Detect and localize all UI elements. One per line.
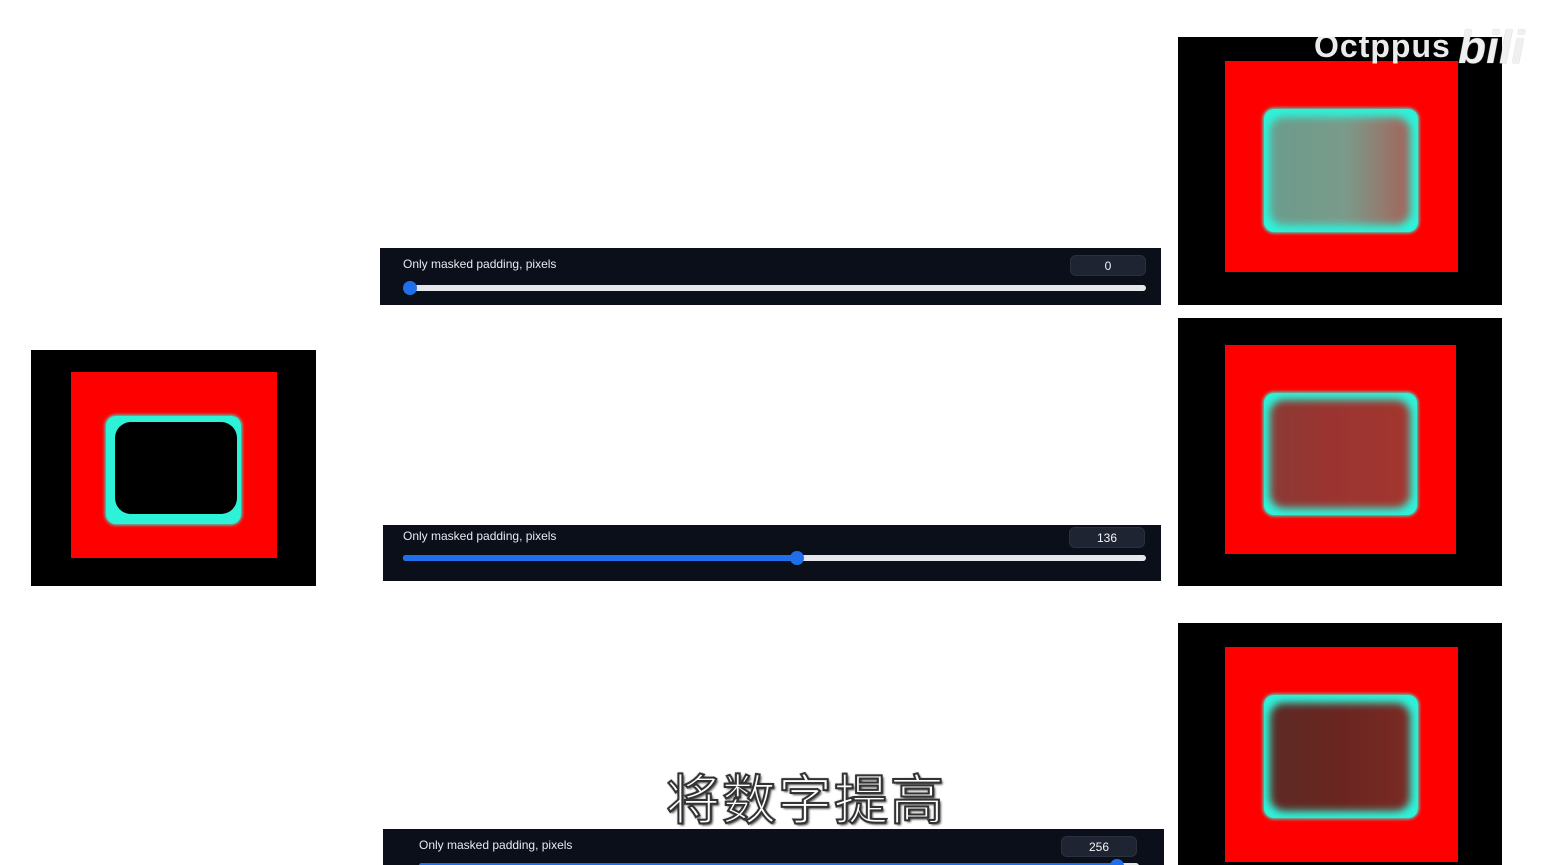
- source-mask-image: [31, 350, 316, 586]
- result-image-padding-256: [1178, 623, 1502, 865]
- inpainted-fill: [1270, 703, 1410, 811]
- inpainted-fill: [1270, 117, 1410, 225]
- masked-hole: [115, 422, 237, 514]
- slider-thumb[interactable]: [403, 281, 417, 295]
- slider-thumb[interactable]: [789, 551, 804, 565]
- result-image-padding-0: [1178, 37, 1502, 305]
- slider-label: Only masked padding, pixels: [419, 838, 573, 852]
- padding-slider[interactable]: [403, 551, 1146, 565]
- subtitle-caption: 将数字提高: [665, 768, 946, 833]
- slider-label: Only masked padding, pixels: [403, 529, 557, 543]
- padding-slider[interactable]: [403, 281, 1146, 295]
- padding-number-input[interactable]: 0: [1070, 255, 1146, 276]
- result-image-padding-136: [1178, 318, 1502, 586]
- slider-panel-padding-0: Only masked padding, pixels 0: [380, 248, 1161, 305]
- inpainted-fill: [1270, 400, 1410, 508]
- padding-number-input[interactable]: 136: [1069, 527, 1145, 548]
- watermark-text: Octppus: [1314, 28, 1451, 64]
- padding-number-input[interactable]: 256: [1061, 836, 1137, 857]
- slider-label: Only masked padding, pixels: [403, 257, 557, 271]
- slider-thumb[interactable]: [1110, 859, 1125, 865]
- slider-panel-padding-136: Only masked padding, pixels 136: [383, 525, 1161, 581]
- bilibili-logo: bili: [1458, 21, 1525, 73]
- slider-fill: [403, 555, 797, 561]
- video-frame: Only masked padding, pixels 0 Only maske…: [0, 0, 1568, 865]
